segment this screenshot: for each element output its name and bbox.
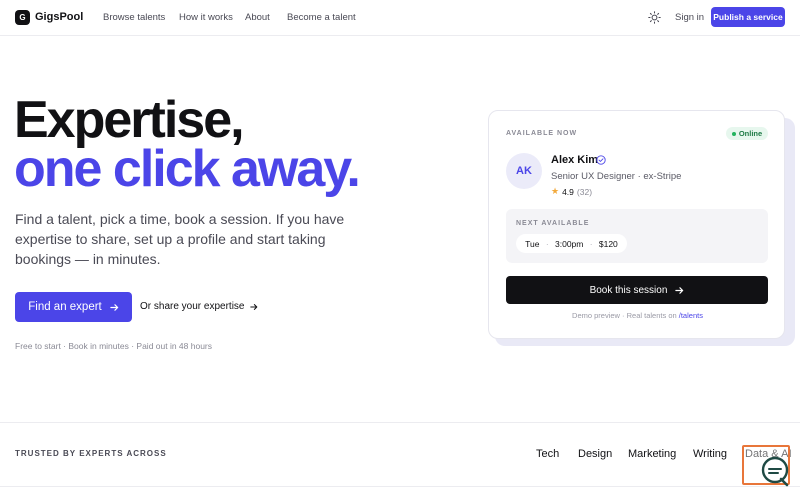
find-expert-label: Find an expert [28, 301, 102, 313]
publish-service-button[interactable]: Publish a service [711, 7, 785, 27]
status-text: Online [738, 129, 763, 138]
category-tech: Tech [536, 448, 560, 460]
slot-time: 3:00pm [555, 238, 584, 249]
star-icon: ★ [551, 186, 560, 196]
trusted-label: TRUSTED BY EXPERTS ACROSS [15, 449, 167, 458]
nav-link-how-it-works[interactable]: How it works [179, 12, 233, 23]
sign-in-link[interactable]: Sign in [675, 12, 704, 23]
nav-link-become-a-talent[interactable]: Become a talent [287, 12, 356, 23]
slot-separator: · [545, 238, 549, 249]
hero-perks: Free to start · Book in minutes · Paid o… [15, 341, 213, 351]
share-expertise-link[interactable]: Or share your expertise [140, 301, 258, 312]
slot-separator: · [589, 238, 593, 249]
talent-rating: ★ 4.9 (32) [551, 186, 592, 197]
category-marketing: Marketing [628, 448, 677, 460]
sun-icon[interactable] [648, 11, 661, 24]
next-available-panel: NEXT AVAILABLE Tue · 3:00pm · $120 [506, 209, 768, 263]
status-badge: Online [726, 127, 768, 140]
avatar: AK [506, 153, 542, 189]
rating-count: (32) [576, 186, 593, 197]
divider [0, 422, 800, 423]
arrow-right-icon [110, 303, 118, 311]
online-dot-icon [731, 131, 736, 136]
check-circle-icon [596, 155, 606, 165]
talent-preview-card: AVAILABLE NOW Online AK Alex Kim Senior … [488, 110, 785, 339]
hero-subtitle: Find a talent, pick a time, book a sessi… [15, 211, 345, 267]
next-available-label: NEXT AVAILABLE [516, 220, 590, 227]
find-expert-button[interactable]: Find an expert [15, 292, 132, 322]
slot-day: Tue [525, 238, 540, 249]
arrow-right-icon [675, 286, 684, 294]
nav-link-browse-talents[interactable]: Browse talents [103, 12, 165, 23]
slot-price: $120 [598, 238, 618, 249]
category-writing: Writing [693, 448, 728, 460]
logo-icon[interactable]: G [15, 10, 30, 25]
talent-role: Senior UX Designer · ex-Stripe [551, 171, 682, 182]
hero-title-line2: one click away. [14, 140, 361, 198]
brand-name[interactable]: GigsPool [35, 11, 83, 23]
nav-link-about[interactable]: About [245, 12, 270, 23]
rating-value: 4.9 [562, 186, 574, 197]
available-now-label: AVAILABLE NOW [506, 130, 578, 137]
time-slot[interactable]: Tue · 3:00pm · $120 [516, 234, 627, 253]
share-expertise-label: Or share your expertise [140, 301, 245, 312]
arrow-right-icon [249, 303, 257, 310]
demo-note: Demo preview · Real talents on /talents [489, 311, 786, 320]
talents-link[interactable]: /talents [679, 311, 703, 320]
demo-note-text: Demo preview · Real talents on [572, 311, 677, 320]
book-session-label: Book this session [589, 284, 668, 296]
book-session-button[interactable]: Book this session [506, 276, 768, 304]
divider [0, 486, 800, 487]
category-design: Design [578, 448, 613, 460]
top-nav: G GigsPool Browse talents How it works A… [0, 0, 800, 36]
talent-name: Alex Kim [551, 154, 599, 166]
chat-help-icon[interactable] [759, 455, 791, 487]
